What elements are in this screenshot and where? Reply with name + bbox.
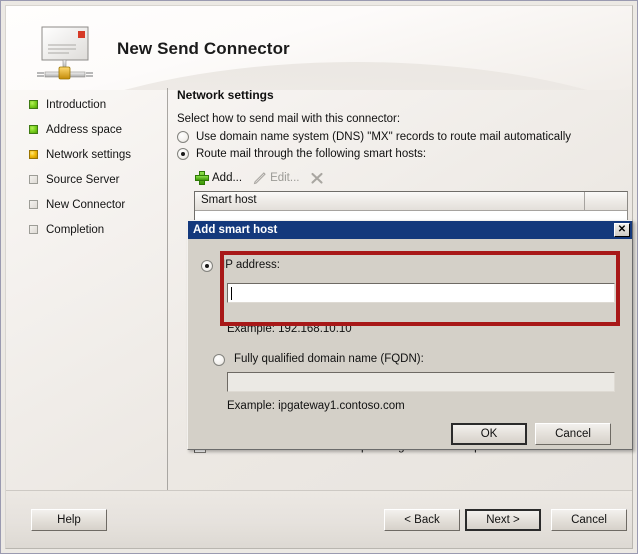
radio-label: Use domain name system (DNS) "MX" record… bbox=[196, 131, 572, 143]
add-smart-host-dialog: Add smart host ✕ IP address: Example: 19… bbox=[187, 220, 633, 450]
add-button[interactable]: Add... bbox=[194, 170, 242, 186]
radio-use-dns-mx[interactable]: Use domain name system (DNS) "MX" record… bbox=[177, 130, 629, 144]
dialog-title: Add smart host bbox=[193, 224, 278, 236]
radio-fqdn[interactable]: Fully qualified domain name (FQDN): bbox=[213, 352, 424, 366]
sidebar-item-label: Network settings bbox=[46, 148, 132, 161]
radio-route-smart-hosts[interactable]: Route mail through the following smart h… bbox=[177, 147, 629, 161]
x-delete-icon bbox=[309, 170, 325, 186]
section-description: Select how to send mail with this connec… bbox=[177, 113, 401, 125]
list-header-row: Smart host bbox=[195, 192, 627, 211]
ip-example-text: Example: 192.168.10.10 bbox=[227, 323, 352, 335]
sidebar-item-source-server[interactable]: Source Server bbox=[14, 167, 166, 192]
sidebar-item-label: Introduction bbox=[46, 98, 107, 111]
next-button[interactable]: Next > bbox=[465, 509, 541, 531]
step-status-icon bbox=[29, 125, 38, 134]
cancel-button[interactable]: Cancel bbox=[551, 509, 627, 531]
step-status-icon bbox=[29, 200, 38, 209]
plus-icon bbox=[194, 170, 210, 186]
wizard-footer: Help < Back Next > Cancel bbox=[6, 491, 632, 548]
pencil-icon bbox=[252, 170, 268, 186]
step-status-icon bbox=[29, 175, 38, 184]
sidebar-item-completion[interactable]: Completion bbox=[14, 217, 166, 242]
radio-button-icon bbox=[213, 353, 225, 366]
dialog-body: IP address: Example: 192.168.10.10 Fully… bbox=[188, 239, 632, 450]
delete-button[interactable] bbox=[309, 170, 327, 186]
help-button[interactable]: Help bbox=[31, 509, 107, 531]
fqdn-example-text: Example: ipgateway1.contoso.com bbox=[227, 400, 405, 412]
wizard-steps-sidebar: Introduction Address space Network setti… bbox=[14, 92, 166, 242]
radio-label: Fully qualified domain name (FQDN): bbox=[234, 353, 424, 365]
section-heading: Network settings bbox=[177, 88, 274, 102]
radio-button-icon bbox=[201, 259, 213, 272]
sidebar-item-label: Address space bbox=[46, 123, 123, 136]
smart-host-toolbar: Add... Edit... bbox=[194, 166, 629, 190]
new-send-connector-window: New Send Connector Introduction Address … bbox=[0, 0, 638, 554]
add-button-label: Add... bbox=[212, 172, 243, 184]
sidebar-item-introduction[interactable]: Introduction bbox=[14, 92, 166, 117]
radio-label: IP address: bbox=[222, 259, 280, 271]
sidebar-item-address-space[interactable]: Address space bbox=[14, 117, 166, 142]
text-caret bbox=[231, 286, 232, 300]
sidebar-item-label: Completion bbox=[46, 223, 105, 236]
column-header-blank[interactable] bbox=[585, 192, 627, 210]
edit-button-label: Edit... bbox=[270, 172, 300, 184]
radio-button-icon bbox=[177, 131, 189, 143]
sidebar-divider bbox=[167, 88, 168, 490]
radio-ip-address[interactable]: IP address: bbox=[201, 258, 280, 272]
sidebar-item-network-settings[interactable]: Network settings bbox=[14, 142, 166, 167]
radio-button-icon bbox=[177, 148, 189, 160]
sidebar-item-new-connector[interactable]: New Connector bbox=[14, 192, 166, 217]
sidebar-item-label: Source Server bbox=[46, 173, 120, 186]
close-icon[interactable]: ✕ bbox=[614, 223, 630, 237]
wizard-header: New Send Connector bbox=[6, 6, 632, 90]
fqdn-input[interactable] bbox=[227, 372, 615, 392]
radio-label: Route mail through the following smart h… bbox=[196, 148, 427, 160]
step-status-icon bbox=[29, 100, 38, 109]
sidebar-item-label: New Connector bbox=[46, 198, 126, 211]
back-button[interactable]: < Back bbox=[384, 509, 460, 531]
dialog-titlebar: Add smart host ✕ bbox=[188, 221, 632, 239]
column-header-smart-host[interactable]: Smart host bbox=[195, 192, 585, 210]
ip-address-input[interactable] bbox=[227, 283, 615, 303]
dialog-ok-button[interactable]: OK bbox=[451, 423, 527, 445]
step-status-icon bbox=[29, 225, 38, 234]
step-status-icon bbox=[29, 150, 38, 159]
dialog-cancel-button[interactable]: Cancel bbox=[535, 423, 611, 445]
page-title: New Send Connector bbox=[117, 39, 290, 58]
send-connector-icon bbox=[35, 24, 101, 86]
edit-button[interactable]: Edit... bbox=[252, 170, 299, 186]
